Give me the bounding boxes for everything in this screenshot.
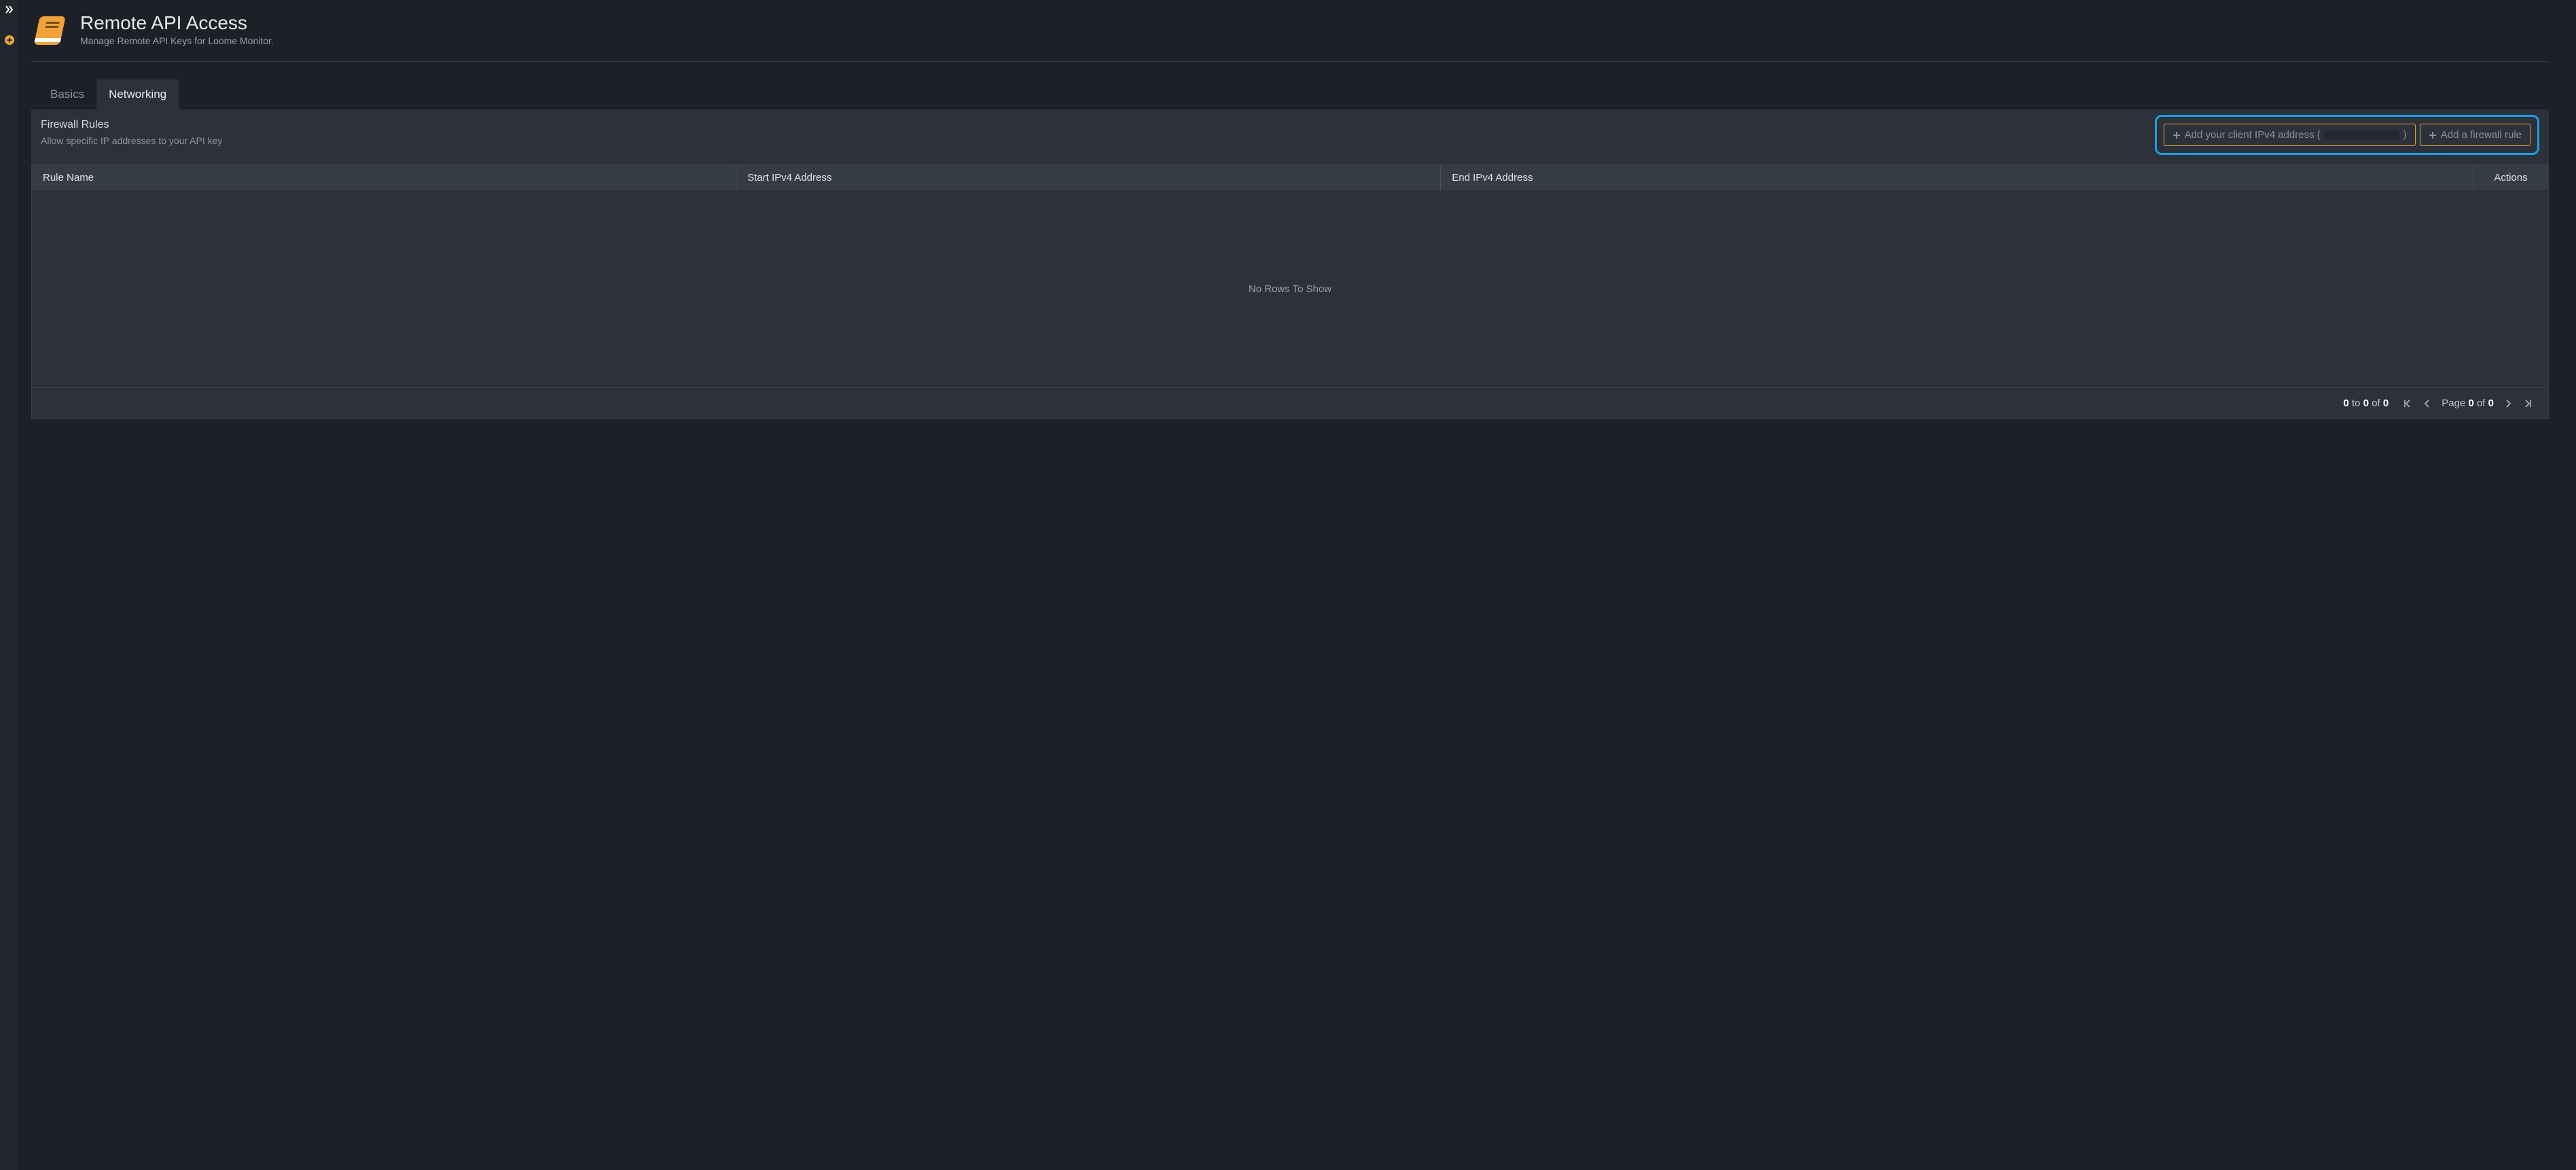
collapsed-sidebar: [0, 0, 19, 1170]
prev-page-icon[interactable]: [2422, 399, 2431, 408]
tab-bar: Basics Networking: [38, 79, 2549, 109]
page-header: Remote API Access Manage Remote API Keys…: [31, 12, 2549, 62]
first-page-icon[interactable]: [2402, 399, 2412, 408]
expand-sidebar-icon[interactable]: [4, 4, 15, 15]
panel-title: Firewall Rules: [41, 119, 222, 131]
tab-networking[interactable]: Networking: [96, 79, 179, 109]
add-firewall-rule-button[interactable]: Add a firewall rule: [2420, 124, 2530, 146]
plus-icon: [2172, 131, 2181, 139]
networking-panel: Firewall Rules Allow specific IP address…: [31, 109, 2549, 419]
add-icon[interactable]: [5, 35, 14, 45]
last-page-icon[interactable]: [2524, 399, 2533, 408]
col-header-start-ip[interactable]: Start IPv4 Address: [736, 165, 1441, 190]
page-subtitle: Manage Remote API Keys for Loome Monitor…: [80, 35, 274, 46]
col-header-actions: Actions: [2473, 165, 2548, 190]
grid-range: 0 to 0 of 0: [2344, 397, 2389, 409]
grid-empty-state: No Rows To Show: [32, 190, 2548, 387]
next-page-icon[interactable]: [2505, 399, 2513, 408]
client-ip-redacted: [2325, 130, 2399, 140]
grid-header-row: Rule Name Start IPv4 Address End IPv4 Ad…: [32, 165, 2548, 190]
plus-icon: [2429, 131, 2437, 139]
firewall-rules-grid: Rule Name Start IPv4 Address End IPv4 Ad…: [31, 164, 2549, 419]
col-header-end-ip[interactable]: End IPv4 Address: [1441, 165, 2473, 190]
col-header-rule-name[interactable]: Rule Name: [32, 165, 736, 190]
add-firewall-rule-label: Add a firewall rule: [2441, 129, 2522, 141]
page-title: Remote API Access: [80, 12, 274, 34]
add-client-ip-prefix: Add your client IPv4 address (: [2185, 129, 2321, 141]
add-client-ip-suffix: ): [2403, 129, 2407, 141]
firewall-actions-highlight: Add your client IPv4 address ( ) Add a f…: [2155, 115, 2539, 155]
book-icon: [31, 12, 68, 49]
grid-footer: 0 to 0 of 0 Page 0 of 0: [32, 387, 2548, 419]
add-client-ip-button[interactable]: Add your client IPv4 address ( ): [2164, 124, 2416, 146]
grid-page: Page 0 of 0: [2441, 397, 2494, 409]
tab-basics[interactable]: Basics: [38, 79, 96, 109]
panel-description: Allow specific IP addresses to your API …: [41, 135, 222, 146]
